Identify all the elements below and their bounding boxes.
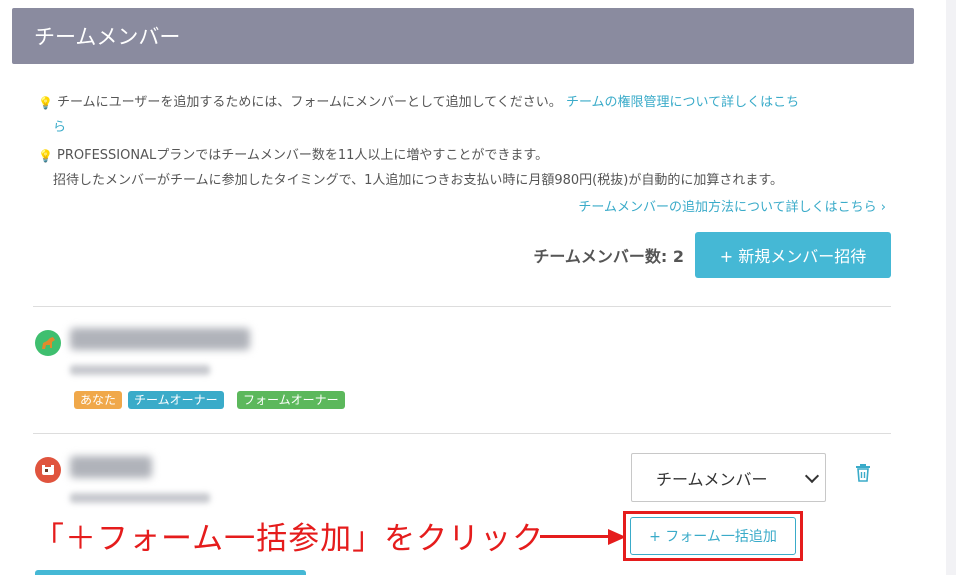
scrollbar-track[interactable] — [946, 0, 956, 575]
note-text: チームにユーザーを追加するためには、フォームにメンバーとして追加してください。 — [57, 95, 562, 110]
horse-avatar-icon — [35, 330, 61, 356]
role-select-value: チームメンバー — [656, 469, 768, 489]
member-count: チームメンバー数: 2 — [533, 247, 684, 266]
badge-you: あなた — [74, 391, 123, 409]
partial-button-offscreen[interactable] — [35, 570, 306, 575]
invite-member-button[interactable]: + 新規メンバー招待 — [695, 232, 891, 278]
badge-form-owner: フォームオーナー — [237, 391, 345, 409]
member-name-redacted — [70, 328, 250, 350]
annotation-instruction: 「＋フォーム一括参加」をクリック — [33, 521, 545, 557]
note-line-1: チームにユーザーを追加するためには、フォームにメンバーとして追加してください。 … — [57, 93, 799, 113]
role-select[interactable]: チームメンバー — [631, 453, 826, 502]
page-title: チームメンバー — [34, 25, 181, 49]
annotation-arrow — [540, 535, 610, 538]
divider — [33, 306, 891, 307]
howto-link-text: チームメンバーの追加方法について詳しくはこちら — [578, 200, 877, 215]
bulk-add-forms-button[interactable]: + フォーム一括追加 — [630, 517, 796, 555]
chevron-down-icon — [804, 468, 820, 484]
lightbulb-icon: 💡 — [38, 149, 53, 163]
badge-team-owner: チームオーナー — [128, 391, 224, 409]
member-email-redacted — [70, 365, 210, 375]
member-email-redacted — [70, 493, 210, 503]
divider — [33, 433, 891, 434]
permission-help-link[interactable]: チームの権限管理について詳しくはこち — [566, 95, 799, 110]
note-line-2: PROFESSIONALプランではチームメンバー数を11人以上に増やすことができ… — [57, 148, 549, 163]
section-header: チームメンバー — [12, 8, 914, 64]
cow-avatar-icon — [35, 457, 61, 483]
lightbulb-icon: 💡 — [38, 96, 53, 110]
permission-help-link-cont[interactable]: ら — [53, 118, 66, 138]
howto-add-members-link[interactable]: チームメンバーの追加方法について詳しくはこちら › — [578, 198, 886, 218]
trash-icon[interactable] — [855, 464, 871, 482]
note-line-3: 招待したメンバーがチームに参加したタイミングで、1人追加につきお支払い時に月額9… — [53, 173, 784, 188]
member-name-redacted — [70, 456, 152, 478]
chevron-right-icon: › — [880, 200, 886, 215]
